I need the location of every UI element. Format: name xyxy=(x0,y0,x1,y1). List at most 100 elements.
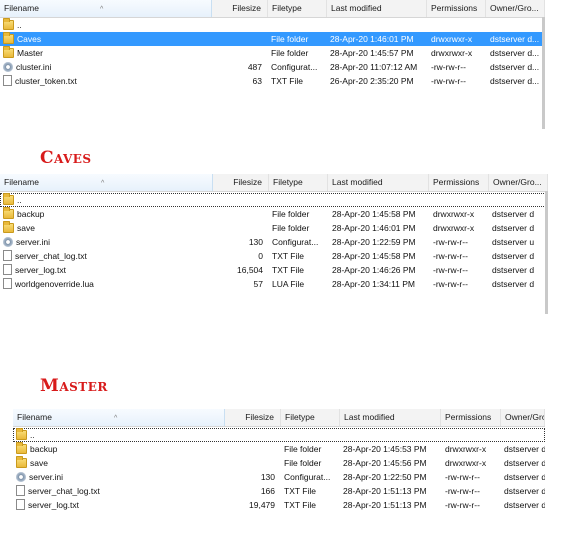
column-header-permissions[interactable]: Permissions xyxy=(427,0,486,17)
file-owner: dstserver d xyxy=(492,265,535,275)
file-owner: dstserver d... xyxy=(490,48,540,58)
caves-file-list-panel: Filename ^ Filesize Filetype Last modifie… xyxy=(0,174,548,314)
file-size xyxy=(212,46,262,60)
file-modified: 28-Apr-20 1:46:01 PM xyxy=(332,223,416,233)
table-row[interactable]: server_chat_log.txt 0 TXT File 28-Apr-20… xyxy=(0,249,548,263)
text-file-icon xyxy=(3,250,12,262)
file-owner: dstserver d xyxy=(504,486,545,496)
file-size: 166 xyxy=(260,486,275,496)
column-header-filetype[interactable]: Filetype xyxy=(281,409,340,426)
file-permissions: -rw-rw-r-- xyxy=(431,76,466,86)
table-row[interactable]: cluster_token.txt 63 TXT File 26-Apr-20 … xyxy=(0,74,545,88)
table-row[interactable]: server_chat_log.txt 166 TXT File 28-Apr-… xyxy=(13,484,545,498)
config-file-icon xyxy=(3,61,13,72)
vertical-scrollbar[interactable] xyxy=(542,17,545,129)
column-header-filename[interactable]: Filename ^ xyxy=(0,174,213,191)
text-file-icon xyxy=(3,75,12,87)
column-header-filesize[interactable]: Filesize xyxy=(213,174,269,191)
file-name: save xyxy=(30,458,48,468)
file-permissions: drwxrwxr-x xyxy=(431,34,473,44)
column-header-filename[interactable]: Filename ^ xyxy=(13,409,225,426)
file-name: server.ini xyxy=(16,237,51,247)
file-type: File folder xyxy=(271,34,309,44)
text-file-icon xyxy=(3,278,12,290)
column-header-permissions[interactable]: Permissions xyxy=(441,409,501,426)
column-header-filesize[interactable]: Filesize xyxy=(225,409,281,426)
file-size xyxy=(225,456,275,470)
column-header-filetype[interactable]: Filetype xyxy=(269,174,328,191)
file-owner: dstserver d xyxy=(504,500,545,510)
table-row-focused[interactable]: .. xyxy=(13,428,545,442)
config-file-icon xyxy=(3,236,13,247)
file-modified: 28-Apr-20 1:45:58 PM xyxy=(332,209,416,219)
file-type: File folder xyxy=(284,444,322,454)
file-size xyxy=(213,221,263,235)
file-permissions: -rw-rw-r-- xyxy=(445,486,480,496)
file-type: LUA File xyxy=(272,279,305,289)
file-permissions: -rw-rw-r-- xyxy=(445,500,480,510)
file-permissions: drwxrwxr-x xyxy=(431,48,473,58)
column-header-owner[interactable]: Owner/Gro... xyxy=(486,0,545,17)
file-type: File folder xyxy=(272,209,310,219)
table-row[interactable]: save File folder 28-Apr-20 1:45:56 PM dr… xyxy=(13,456,545,470)
table-row-selected[interactable]: Caves File folder 28-Apr-20 1:46:01 PM d… xyxy=(0,32,545,46)
file-type: Configurat... xyxy=(272,237,319,247)
file-type: File folder xyxy=(272,223,310,233)
file-size: 57 xyxy=(253,279,263,289)
table-row[interactable]: cluster.ini 487 Configurat... 28-Apr-20 … xyxy=(0,60,545,74)
table-row-focused[interactable]: .. xyxy=(0,193,548,207)
column-header-modified[interactable]: Last modified xyxy=(340,409,441,426)
table-row[interactable]: save File folder 28-Apr-20 1:46:01 PM dr… xyxy=(0,221,548,235)
file-name: Master xyxy=(17,48,43,58)
config-file-icon xyxy=(16,471,26,482)
file-type: TXT File xyxy=(284,500,316,510)
file-owner: dstserver d xyxy=(492,209,535,219)
folder-icon xyxy=(3,32,14,44)
file-permissions: -rw-rw-r-- xyxy=(433,279,468,289)
table-row[interactable]: server.ini 130 Configurat... 28-Apr-20 1… xyxy=(13,470,545,484)
column-header-filesize[interactable]: Filesize xyxy=(212,0,268,17)
column-header-filename[interactable]: Filename ^ xyxy=(0,0,212,17)
table-row[interactable]: Master File folder 28-Apr-20 1:45:57 PM … xyxy=(0,46,545,60)
file-size: 16,504 xyxy=(237,265,263,275)
file-name: server_log.txt xyxy=(28,500,80,510)
file-type: TXT File xyxy=(284,486,316,496)
table-row[interactable]: server_log.txt 16,504 TXT File 28-Apr-20… xyxy=(0,263,548,277)
table-row[interactable]: backup File folder 28-Apr-20 1:45:53 PM … xyxy=(13,442,545,456)
table-row[interactable]: .. xyxy=(0,18,545,32)
file-modified: 28-Apr-20 1:51:13 PM xyxy=(343,500,427,510)
file-name: Caves xyxy=(17,34,42,44)
column-header-modified[interactable]: Last modified xyxy=(327,0,427,17)
file-modified: 28-Apr-20 1:22:50 PM xyxy=(343,472,427,482)
column-header-modified[interactable]: Last modified xyxy=(328,174,429,191)
column-header-owner[interactable]: Owner/Gro... xyxy=(489,174,548,191)
file-name: save xyxy=(17,223,35,233)
file-size: 130 xyxy=(260,472,275,482)
column-header-owner[interactable]: Owner/Gro... xyxy=(501,409,545,426)
table-row[interactable]: server.ini 130 Configurat... 28-Apr-20 1… xyxy=(0,235,548,249)
file-type: TXT File xyxy=(272,251,304,261)
table-row[interactable]: backup File folder 28-Apr-20 1:45:58 PM … xyxy=(0,207,548,221)
table-row[interactable]: worldgenoverride.lua 57 LUA File 28-Apr-… xyxy=(0,277,548,291)
file-permissions: -rw-rw-r-- xyxy=(433,237,468,247)
vertical-scrollbar[interactable] xyxy=(545,191,548,314)
file-name: backup xyxy=(17,209,45,219)
folder-icon xyxy=(16,428,27,440)
file-modified: 28-Apr-20 1:45:53 PM xyxy=(343,444,427,454)
column-header-bar: Filename ^ Filesize Filetype Last modifie… xyxy=(0,174,548,192)
master-file-list-panel: Filename ^ Filesize Filetype Last modifie… xyxy=(13,409,545,521)
file-permissions: -rw-rw-r-- xyxy=(431,62,466,72)
file-name: cluster_token.txt xyxy=(15,76,77,86)
file-modified: 28-Apr-20 1:34:11 PM xyxy=(332,279,415,289)
column-header-permissions[interactable]: Permissions xyxy=(429,174,489,191)
column-header-filetype[interactable]: Filetype xyxy=(268,0,327,17)
table-row[interactable]: server_log.txt 19,479 TXT File 28-Apr-20… xyxy=(13,498,545,512)
file-permissions: drwxrwxr-x xyxy=(445,444,487,454)
file-permissions: -rw-rw-r-- xyxy=(433,251,468,261)
file-name: server_log.txt xyxy=(15,265,67,275)
file-size: 19,479 xyxy=(249,500,275,510)
folder-icon xyxy=(3,46,14,58)
file-permissions: drwxrwxr-x xyxy=(433,209,475,219)
file-list-panel-root: Filename ^ Filesize Filetype Last modifie… xyxy=(0,0,545,132)
file-size xyxy=(212,32,262,46)
